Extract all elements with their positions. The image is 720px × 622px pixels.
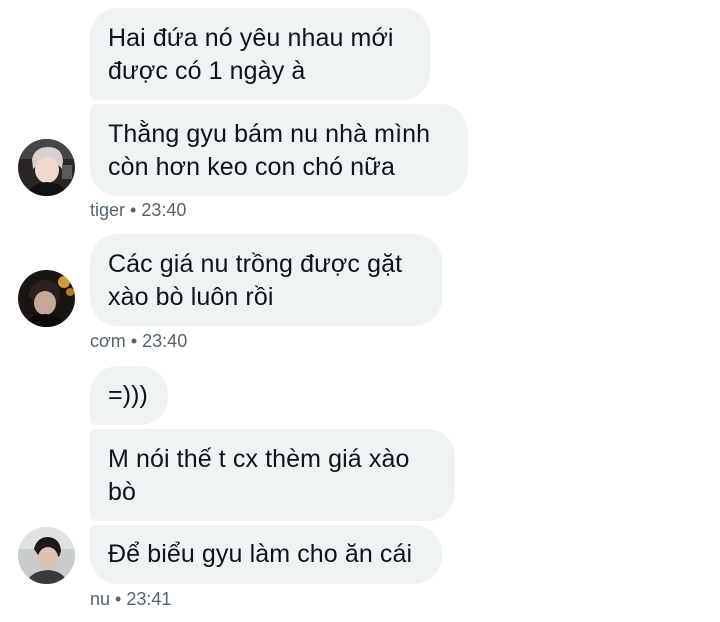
message-bubble[interactable]: =)))	[90, 366, 168, 425]
message-meta: tiger • 23:40	[90, 199, 186, 221]
message-text: Hai đứa nó yêu nhau mới được có 1 ngày à	[108, 24, 394, 85]
message-bubble[interactable]: Để biểu gyu làm cho ăn cái	[90, 525, 442, 584]
timestamp: 23:41	[126, 589, 172, 609]
message-bubble[interactable]: Hai đứa nó yêu nhau mới được có 1 ngày à	[90, 8, 430, 100]
avatar-nu[interactable]	[18, 527, 75, 584]
message-text: Các giá nu trồng được gặt xào bò luôn rồ…	[108, 250, 403, 311]
message-bubble[interactable]: Thằng gyu bám nu nhà mình còn hơn keo co…	[90, 104, 468, 196]
meta-separator: •	[130, 200, 137, 220]
message-bubble[interactable]: Các giá nu trồng được gặt xào bò luôn rồ…	[90, 234, 442, 326]
message-text: Thằng gyu bám nu nhà mình còn hơn keo co…	[108, 120, 431, 181]
message-meta: cơm • 23:40	[90, 330, 187, 352]
person-avatar-icon	[18, 139, 75, 196]
message-meta: nu • 23:41	[90, 588, 171, 610]
meta-separator: •	[115, 589, 122, 609]
meta-separator: •	[130, 331, 138, 351]
timestamp: 23:40	[142, 331, 188, 351]
avatar-com[interactable]	[18, 270, 75, 327]
person-avatar-icon	[18, 527, 75, 584]
person-avatar-icon	[18, 270, 75, 327]
message-text: M nói thế t cx thèm giá xào bò	[108, 445, 410, 506]
sender-name: cơm	[90, 331, 126, 351]
sender-name: nu	[90, 589, 111, 609]
message-text: Để biểu gyu làm cho ăn cái	[108, 540, 413, 568]
sender-name: tiger	[90, 200, 126, 220]
message-bubble[interactable]: M nói thế t cx thèm giá xào bò	[90, 429, 455, 521]
chat-thread: Hai đứa nó yêu nhau mới được có 1 ngày à…	[0, 0, 720, 622]
timestamp: 23:40	[141, 200, 187, 220]
avatar-tiger[interactable]	[18, 139, 75, 196]
message-text: =)))	[108, 381, 148, 409]
